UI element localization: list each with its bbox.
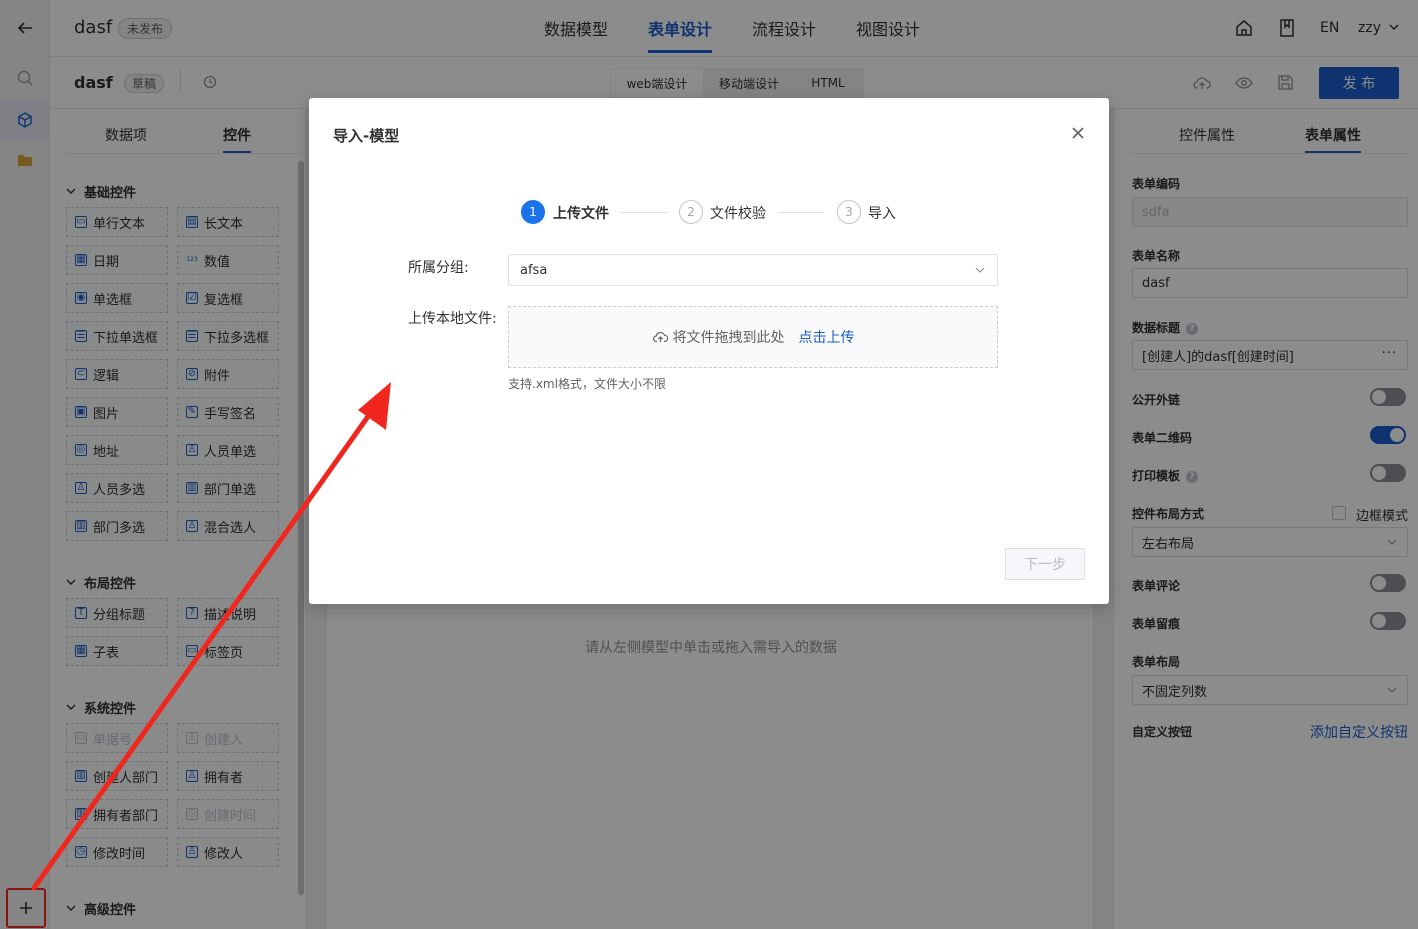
annotation-arrow [31,382,391,891]
